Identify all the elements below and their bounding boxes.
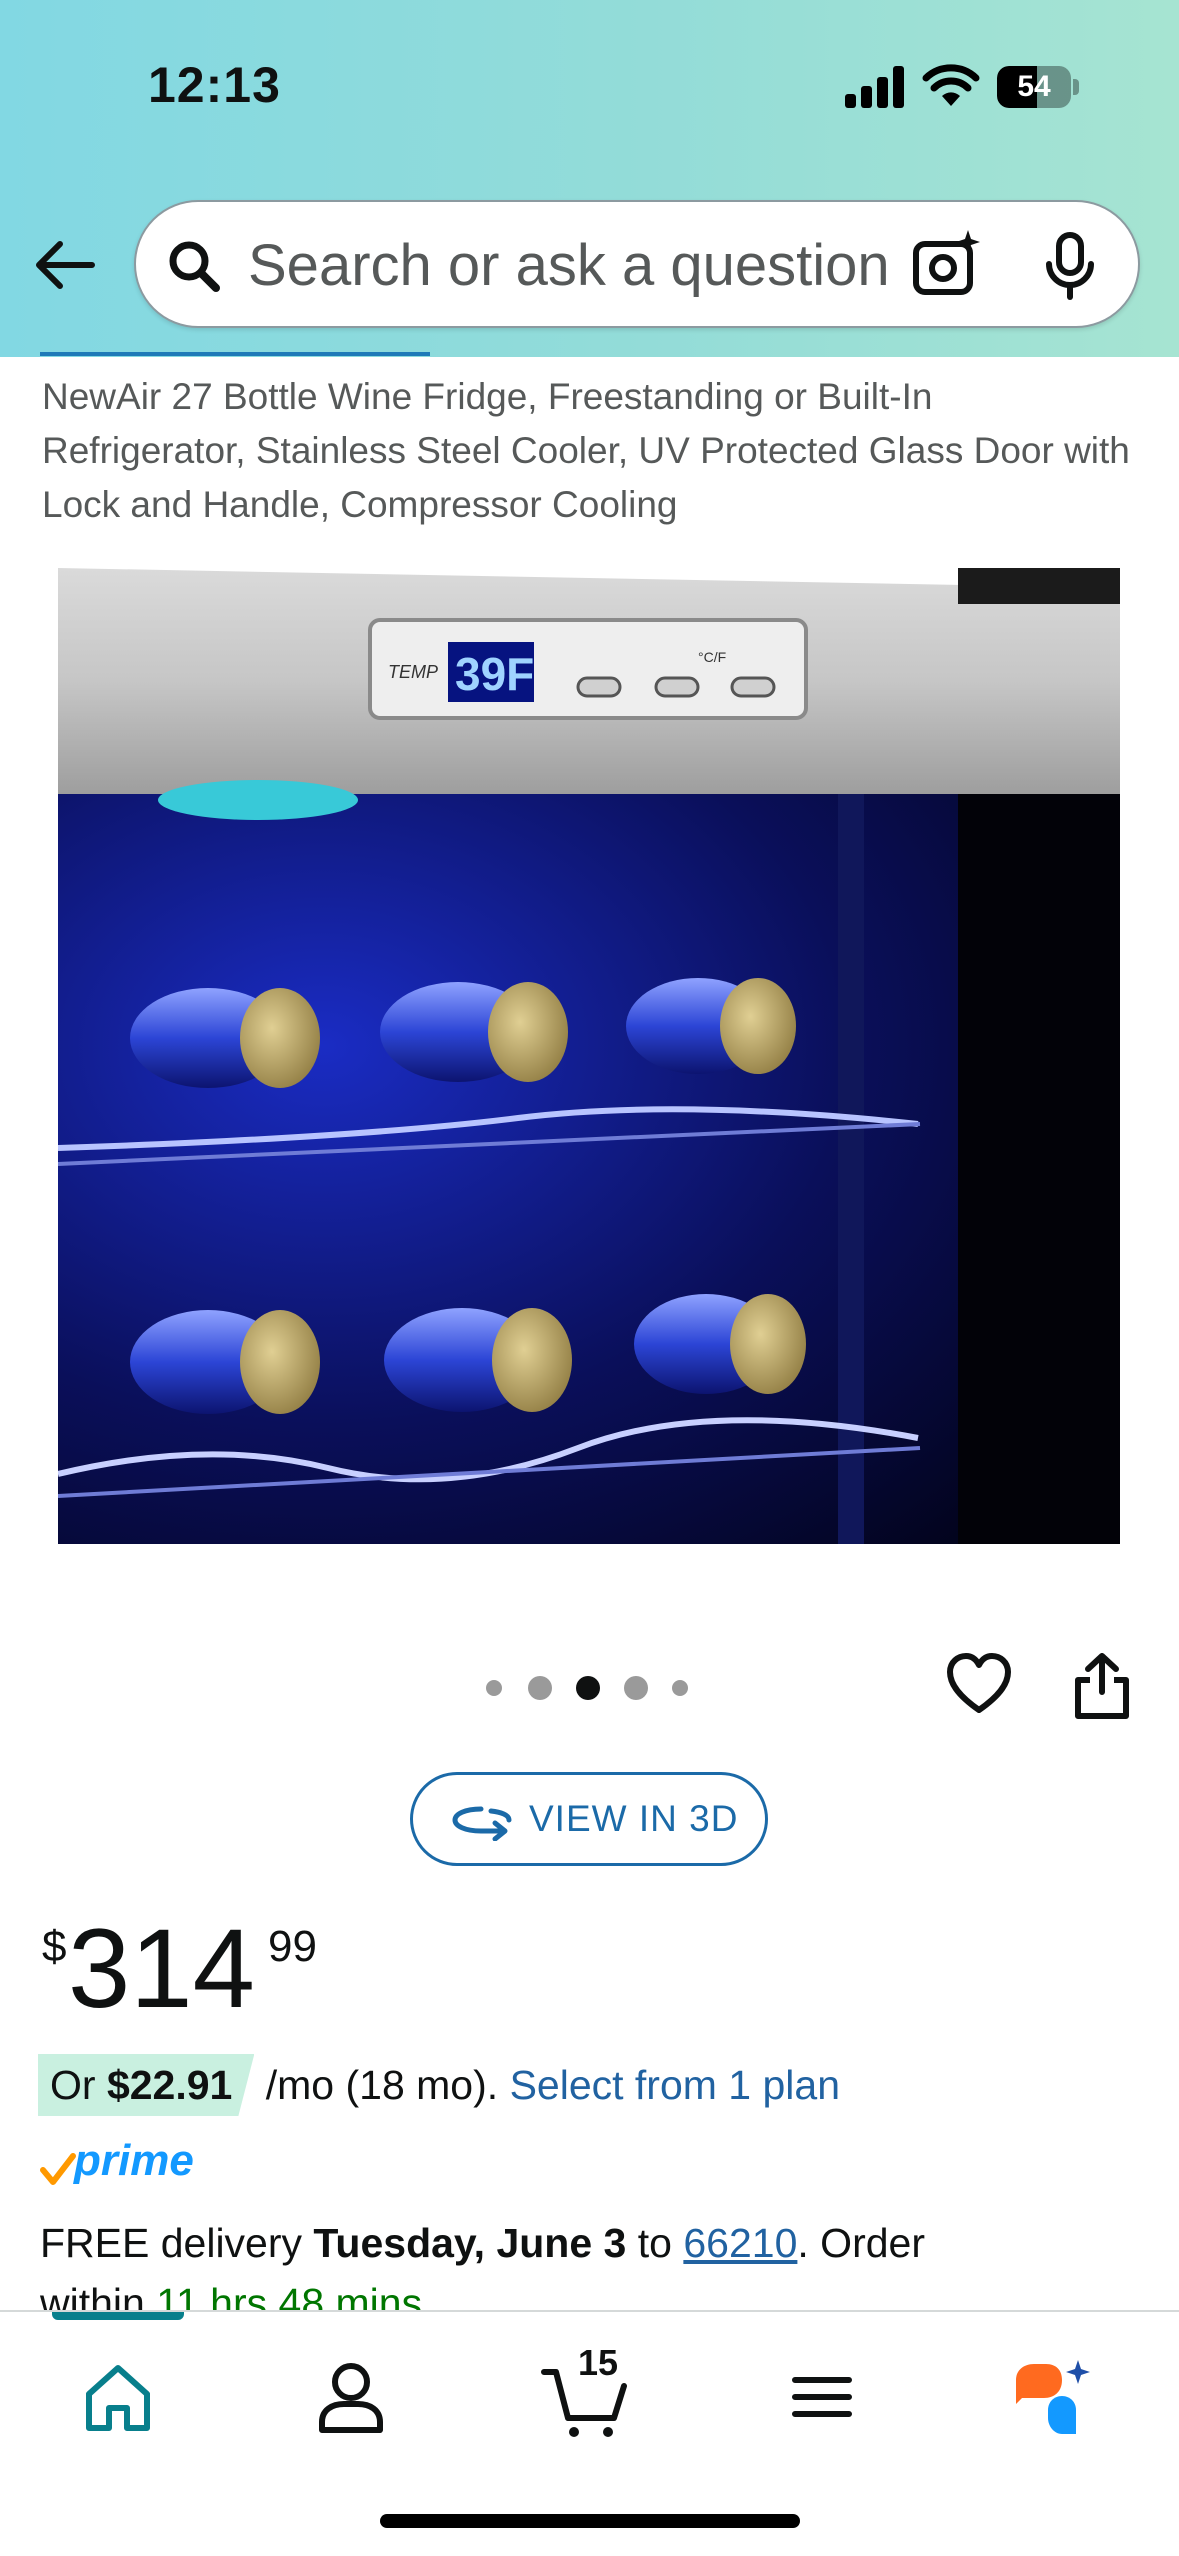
installment-highlight: Or $22.91	[38, 2054, 254, 2116]
delivery-info: FREE delivery Tuesday, June 3 to 66210. …	[40, 2212, 1140, 2274]
panel-temp-value: 39F	[455, 648, 534, 700]
panel-unit-label: °C/F	[698, 649, 726, 665]
status-time: 12:13	[148, 57, 281, 113]
carousel-dot[interactable]	[624, 1676, 648, 1700]
tab-underline	[40, 352, 430, 356]
delivery-date: Tuesday, June 3	[313, 2220, 627, 2266]
carousel-dot-active[interactable]	[576, 1676, 600, 1700]
rufus-icon[interactable]	[1008, 2352, 1098, 2442]
installment-offer: Or $22.91 /mo (18 mo). Select from 1 pla…	[40, 2054, 840, 2116]
camera-ai-icon[interactable]	[912, 228, 982, 300]
zip-code-link[interactable]: 66210	[683, 2220, 797, 2266]
cellular-signal-icon	[845, 66, 905, 108]
search-input[interactable]: Search or ask a question	[248, 234, 978, 298]
carousel-dot[interactable]	[672, 1680, 688, 1696]
home-indicator	[380, 2514, 800, 2528]
panel-temp-label: TEMP	[388, 662, 438, 682]
product-image[interactable]: TEMP 39F °C/F	[58, 568, 1120, 1544]
header: 12:13 54 Search or ask a question	[0, 0, 1179, 357]
delivery-to: to	[637, 2220, 672, 2266]
price-fraction: 99	[268, 1922, 317, 1971]
share-icon[interactable]	[1072, 1652, 1132, 1720]
price-currency: $	[42, 1922, 67, 1971]
heart-icon[interactable]	[946, 1652, 1012, 1718]
installment-amount: $22.91	[106, 2062, 233, 2108]
view-in-3d-label: VIEW IN 3D	[529, 1798, 739, 1839]
battery-icon: 54	[997, 66, 1079, 108]
account-icon[interactable]	[306, 2352, 396, 2442]
microphone-icon[interactable]	[1042, 232, 1098, 300]
delivery-order-text: . Order	[797, 2220, 925, 2266]
image-carousel-dots[interactable]	[476, 1668, 706, 1708]
active-tab-indicator	[52, 2312, 184, 2320]
cart-tab[interactable]: 15	[540, 2342, 630, 2442]
installment-term: /mo (18 mo).	[265, 2062, 499, 2108]
battery-level: 54	[1017, 70, 1051, 103]
search-bar[interactable]: Search or ask a question	[134, 200, 1140, 328]
prime-label: prime	[74, 2136, 194, 2185]
search-icon	[169, 241, 220, 292]
view-in-3d-button[interactable]: VIEW IN 3D	[410, 1772, 768, 1866]
home-icon[interactable]	[73, 2352, 163, 2442]
rotate-3d-icon	[452, 1806, 512, 1841]
back-arrow-icon[interactable]	[30, 230, 100, 300]
prime-check-icon	[40, 2153, 76, 2185]
prime-logo: prime	[40, 2136, 210, 2190]
wifi-icon	[922, 64, 980, 106]
select-plan-link[interactable]: Select from 1 plan	[510, 2062, 840, 2108]
carousel-dot[interactable]	[528, 1676, 552, 1700]
product-title[interactable]: NewAir 27 Bottle Wine Fridge, Freestandi…	[42, 370, 1142, 532]
price-whole: 314	[68, 1906, 255, 2031]
installment-prefix: Or	[50, 2062, 96, 2108]
menu-icon[interactable]	[777, 2352, 867, 2442]
cart-count: 15	[578, 2342, 619, 2383]
carousel-dot[interactable]	[486, 1680, 502, 1696]
delivery-free: FREE delivery	[40, 2220, 303, 2266]
